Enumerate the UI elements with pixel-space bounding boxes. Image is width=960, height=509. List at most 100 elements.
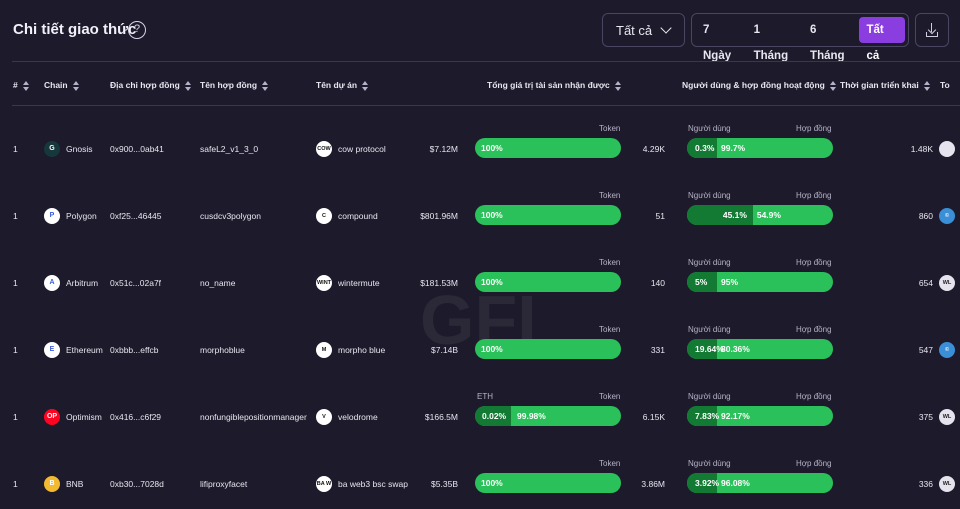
row-rank: 1 <box>13 211 18 221</box>
chain-name: Arbitrum <box>66 278 99 288</box>
users-pct: 45.1% <box>722 210 747 220</box>
col-to[interactable]: To <box>940 80 950 90</box>
contract-name: safeL2_v1_3_0 <box>200 144 259 154</box>
contract-address[interactable]: 0x900...0ab41 <box>110 144 164 154</box>
users-label: Người dùng <box>688 459 731 468</box>
range-1-month[interactable]: 1 Tháng <box>746 17 802 62</box>
table-row[interactable]: 1 A Arbitrum 0x51c...02a7f no_name WINT winter… <box>0 249 960 316</box>
contract-address[interactable]: 0x416...c6f29 <box>110 412 161 422</box>
tvl-value: $5.35B <box>431 479 458 489</box>
col-rank-label: # <box>13 80 18 90</box>
chain-name: Optimism <box>66 412 102 422</box>
project-name[interactable]: cow protocol <box>338 144 386 154</box>
users-label: Người dùng <box>688 124 731 133</box>
col-project[interactable]: Tên dự án <box>316 80 369 91</box>
contract-address[interactable]: 0x51c...02a7f <box>110 278 161 288</box>
row-count: 51 <box>655 211 665 221</box>
col-to-label: To <box>940 80 950 90</box>
range-6-months[interactable]: 6 Tháng <box>802 17 858 62</box>
asset-label-left: ETH <box>477 392 493 401</box>
users-label: Người dùng <box>688 325 731 334</box>
asset-breakdown-bar: 100% <box>475 473 621 493</box>
row-rank: 1 <box>13 412 18 422</box>
deploy-time: 336 <box>918 479 933 489</box>
help-icon[interactable]: ? <box>128 21 146 39</box>
row-count: 140 <box>650 278 665 288</box>
deploy-time: 860 <box>918 211 933 221</box>
row-rank: 1 <box>13 144 18 154</box>
col-rank[interactable]: # <box>13 80 29 91</box>
download-icon-tray <box>926 32 938 37</box>
contracts-pct: 54.9% <box>756 210 781 220</box>
users-contracts-bar: 45.1% 54.9% <box>687 205 833 225</box>
project-icon: COW <box>316 141 332 157</box>
project-name[interactable]: ba web3 bsc swap <box>338 479 408 489</box>
project-name[interactable]: compound <box>338 211 378 221</box>
chain-icon: A <box>44 275 60 291</box>
row-avatar: © <box>939 342 955 358</box>
download-button[interactable] <box>915 13 949 47</box>
time-range-selector: 7 Ngày 1 Tháng 6 Tháng Tất cả <box>691 13 909 62</box>
chain-name: Ethereum <box>66 345 103 355</box>
contract-name: no_name <box>200 278 236 288</box>
col-users-contracts[interactable]: Người dùng & hợp đồng hoạt động <box>682 80 836 91</box>
row-count: 331 <box>650 345 665 355</box>
table-row[interactable]: 1 G Gnosis 0x900...0ab41 safeL2_v1_3_0 COW cow… <box>0 115 960 182</box>
contract-address[interactable]: 0xbbb...effcb <box>110 345 159 355</box>
sort-icon <box>362 80 369 91</box>
sort-icon <box>614 80 621 91</box>
sort-icon <box>829 80 836 91</box>
table-row[interactable]: 1 B BNB 0xb30...7028d lifiproxyfacet BA W ba w… <box>0 450 960 509</box>
project-name[interactable]: velodrome <box>338 412 378 422</box>
col-address[interactable]: Địa chỉ hợp đồng <box>110 80 191 91</box>
users-label: Người dùng <box>688 191 731 200</box>
contracts-label: Hợp đồng <box>796 191 832 200</box>
table-row[interactable]: 1 E Ethereum 0xbbb...effcb morphoblue Mmorpho… <box>0 316 960 383</box>
tvl-value: $801.96M <box>420 211 458 221</box>
col-project-label: Tên dự án <box>316 80 358 90</box>
project-icon: M <box>316 342 332 358</box>
col-address-label: Địa chỉ hợp đồng <box>110 80 180 90</box>
tvl-value: $181.53M <box>420 278 458 288</box>
contract-name: morphoblue <box>200 345 245 355</box>
contracts-label: Hợp đồng <box>796 124 832 133</box>
col-users-contracts-label: Người dùng & hợp đồng hoạt động <box>682 80 825 90</box>
users-label: Người dùng <box>688 258 731 267</box>
contract-address[interactable]: 0xb30...7028d <box>110 479 164 489</box>
contract-address[interactable]: 0xf25...46445 <box>110 211 162 221</box>
row-rank: 1 <box>13 278 18 288</box>
col-deploy-time[interactable]: Thời gian triển khai <box>840 80 930 91</box>
row-avatar <box>939 141 955 157</box>
contracts-label: Hợp đồng <box>796 392 832 401</box>
contracts-label: Hợp đồng <box>796 459 832 468</box>
asset-breakdown-bar: 100% <box>475 272 621 292</box>
contracts-pct: 99.7% <box>721 143 746 153</box>
chain-name: BNB <box>66 479 84 489</box>
users-contracts-bar: 19.64% 80.36% <box>687 339 833 359</box>
col-contract[interactable]: Tên hợp đồng <box>200 80 269 91</box>
contracts-label: Hợp đồng <box>796 325 832 334</box>
asset-label-token: Token <box>599 325 621 334</box>
col-contract-label: Tên hợp đồng <box>200 80 258 90</box>
col-tvl[interactable]: Tổng giá trị tài sản nhận được <box>487 80 621 91</box>
tvl-value: $166.5M <box>424 412 458 422</box>
col-chain-label: Chain <box>44 80 68 90</box>
users-label: Người dùng <box>688 392 731 401</box>
project-name[interactable]: morpho blue <box>338 345 385 355</box>
contracts-pct: 95% <box>721 277 739 287</box>
users-pct: 5% <box>695 277 708 287</box>
deploy-time: 1.48K <box>910 144 933 154</box>
row-avatar: WL <box>939 409 955 425</box>
asset-pct-right: 100% <box>481 344 503 354</box>
filter-dropdown[interactable]: Tất cả <box>602 13 685 47</box>
project-name[interactable]: wintermute <box>338 278 380 288</box>
table-header: # Chain Địa chỉ hợp đồng Tên hợp đồng Tê… <box>0 66 960 104</box>
asset-breakdown-bar: 100% <box>475 205 621 225</box>
range-7-days[interactable]: 7 Ngày <box>695 17 746 62</box>
range-all[interactable]: Tất cả <box>858 17 905 62</box>
col-chain[interactable]: Chain <box>44 80 79 91</box>
users-pct: 0.3% <box>695 143 715 153</box>
table-row[interactable]: 1 P Polygon 0xf25...46445 cusdcv3polygon Ccom… <box>0 182 960 249</box>
asset-pct-right: 100% <box>481 210 503 220</box>
table-row[interactable]: 1 OP Optimism 0x416...c6f29 nonfungibleposit… <box>0 383 960 450</box>
